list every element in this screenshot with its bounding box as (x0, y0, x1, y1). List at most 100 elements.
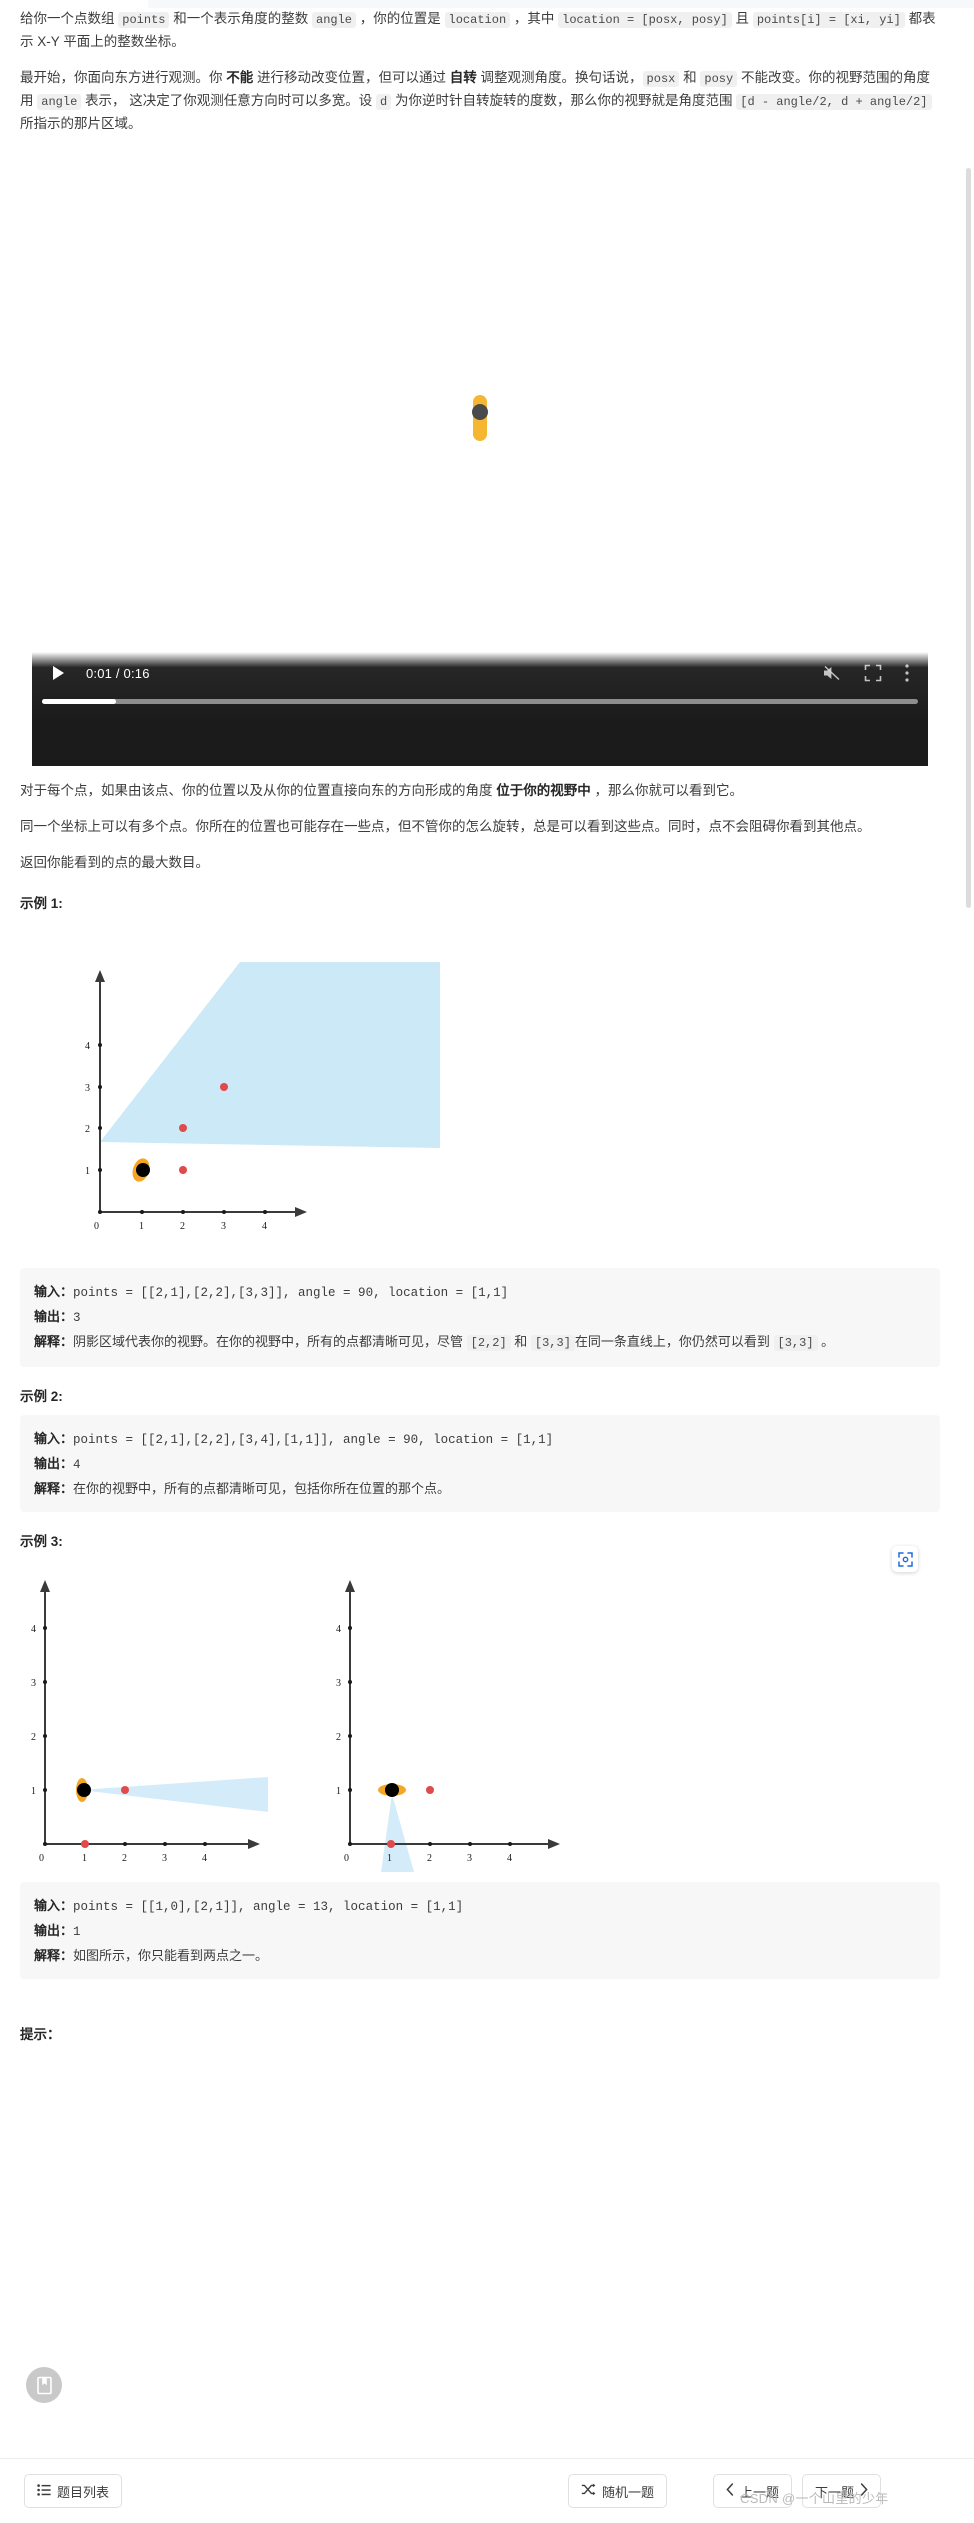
scrollbar-rail[interactable] (962, 8, 974, 2440)
chevron-left-icon (726, 2483, 734, 2499)
svg-text:2: 2 (427, 1853, 432, 1864)
svg-text:3: 3 (31, 1678, 36, 1689)
svg-text:2: 2 (31, 1732, 36, 1743)
svg-text:3: 3 (467, 1853, 472, 1864)
video-person-figure (469, 395, 491, 441)
inline-code: angle (37, 94, 82, 110)
text-run: ，其中 (510, 11, 559, 26)
hints-title: 提示： (20, 2027, 61, 2042)
more-options-icon[interactable] (904, 663, 910, 683)
description-paragraph-4: 同一个坐标上可以有多个点。你所在的位置也可能存在一些点，但不管你的怎么旋转，总是… (20, 819, 871, 834)
video-controls[interactable]: 0:01 / 0:16 (32, 652, 928, 722)
scrollbar-thumb[interactable] (966, 168, 971, 908)
example-1-explain-value: 阴影区域代表你的视野。在你的视野中，所有的点都清晰可见，尽管 [2,2] 和 [… (73, 1334, 834, 1351)
watermark: CSDN @一个山里的少年 (740, 2491, 889, 2506)
inline-code: posx (642, 71, 680, 87)
inline-code: [d - angle/2, d + angle/2] (736, 94, 932, 110)
bookmark-icon[interactable] (26, 2367, 62, 2403)
text-run: 且 (731, 11, 753, 26)
video-control-row: 0:01 / 0:16 (32, 656, 928, 690)
description-paragraph-1: 给你一个点数组 points 和一个表示角度的整数 angle ，你的位置是 l… (20, 8, 940, 53)
emphasis-text: 不能 (226, 70, 254, 85)
emphasis-text: 位于你的视野中 (496, 783, 591, 798)
example-2-explain-label: 解释： (34, 1481, 74, 1496)
video-right-controls (822, 663, 928, 683)
mute-icon[interactable] (822, 664, 842, 682)
svg-text:1: 1 (82, 1853, 87, 1864)
svg-text:3: 3 (336, 1678, 341, 1689)
example-3-input-line: 输入：points = [[1,0],[2,1]], angle = 13, l… (34, 1894, 926, 1919)
text-run: 表示， 这决定了你观测任意方向时可以多宽。设 (81, 93, 377, 108)
example-1-title: 示例 1: (20, 896, 63, 911)
text-run: ，你的位置是 (356, 11, 445, 26)
example-3-output-label: 输出： (34, 1923, 74, 1938)
svg-text:4: 4 (31, 1624, 36, 1635)
text-run: 和一个表示角度的整数 (169, 11, 312, 26)
expand-image-icon[interactable] (892, 1546, 918, 1572)
example-2-explain-line: 解释：在你的视野中，所有的点都清晰可见，包括你所在位置的那个点。 (34, 1477, 926, 1500)
text-run: ，那么你就可以看到它。 (590, 783, 744, 798)
svg-text:4: 4 (85, 1041, 90, 1052)
video-progress-bar[interactable] (42, 699, 918, 704)
example-1-input-line: 输入：points = [[2,1],[2,2],[3,3]], angle =… (34, 1280, 926, 1305)
list-icon (37, 2483, 51, 2499)
shuffle-icon (581, 2483, 596, 2499)
fullscreen-icon[interactable] (864, 664, 882, 682)
problem-list-button[interactable]: 题目列表 (24, 2474, 123, 2508)
inline-code: points (118, 12, 170, 28)
inline-code: posy (700, 71, 738, 87)
example-1-input-label: 输入： (34, 1284, 74, 1299)
text-run: 最开始，你面向东方进行观测。你 (20, 70, 227, 85)
text-run: 阴影区域代表你的视野。在你的视野中，所有的点都清晰可见，尽管 (73, 1334, 467, 1349)
text-run: 为你逆时针自转旋转的度数，那么你的视野就是角度范围 (391, 93, 737, 108)
example-1-output-line: 输出：3 (34, 1305, 926, 1330)
text-run: 进行移动改变位置，但可以通过 (253, 70, 450, 85)
hints-section: 提示： (0, 2023, 960, 2043)
example-2-codeblock: 输入：points = [[2,1],[2,2],[3,4],[1,1]], a… (20, 1415, 940, 1512)
example-2-output-line: 输出：4 (34, 1452, 926, 1477)
example-1-codeblock: 输入：points = [[2,1],[2,2],[3,3]], angle =… (20, 1268, 940, 1367)
example-1-output-label: 输出： (34, 1309, 74, 1324)
example-3-title: 示例 3: (20, 1534, 63, 1549)
play-triangle (52, 666, 64, 680)
problem-description: 给你一个点数组 points 和一个表示角度的整数 angle ，你的位置是 l… (0, 8, 960, 135)
text-run: 和 (679, 70, 701, 85)
emphasis-text: 自转 (449, 70, 477, 85)
inline-code: location (444, 12, 511, 28)
example-3-explain-line: 解释：如图所示，你只能看到两点之一。 (34, 1944, 926, 1967)
text-run: 所指示的那片区域。 (20, 116, 142, 131)
example-2-output-label: 输出： (34, 1456, 74, 1471)
example-3-input-label: 输入： (34, 1898, 74, 1913)
svg-text:3: 3 (162, 1853, 167, 1864)
text-run: 调整观测角度。换句话说， (476, 70, 643, 85)
svg-text:4: 4 (262, 1221, 267, 1232)
text-run: 在同一条直线上，你仍然可以看到 (574, 1334, 774, 1349)
example-3-output-line: 输出：1 (34, 1919, 926, 1944)
example-3-explain-label: 解释： (34, 1948, 74, 1963)
random-problem-button[interactable]: 随机一题 (568, 2474, 668, 2508)
example-3-plots: 0 1 2 3 4 1 2 3 4 0 1 2 3 4 1 2 3 4 (31, 1580, 560, 1872)
text-run: 对于每个点，如果由该点、你的位置以及从你的位置直接向东的方向形成的角度 (20, 783, 497, 798)
example-1-figure: 0 1 2 3 4 1 2 3 4 (20, 922, 940, 1252)
svg-text:1: 1 (336, 1786, 341, 1797)
video-stage[interactable] (32, 149, 928, 709)
svg-text:1: 1 (387, 1853, 392, 1864)
random-problem-label: 随机一题 (602, 2484, 655, 2500)
example-2-output-value: 4 (73, 1458, 81, 1472)
example-1-explain-line: 解释：阴影区域代表你的视野。在你的视野中，所有的点都清晰可见，尽管 [2,2] … (34, 1330, 926, 1355)
svg-text:3: 3 (85, 1083, 90, 1094)
svg-text:2: 2 (180, 1221, 185, 1232)
video-player[interactable]: 0:01 / 0:16 (0, 149, 960, 766)
description-paragraph-2: 最开始，你面向东方进行观测。你 不能 进行移动改变位置，但可以通过 自转 调整观… (20, 67, 940, 135)
example-2-input-line: 输入：points = [[2,1],[2,2],[3,4],[1,1]], a… (34, 1427, 926, 1452)
inline-code: [3,3] (773, 1335, 818, 1351)
inline-code: [2,2] (466, 1335, 511, 1351)
example-1-output-value: 3 (73, 1311, 81, 1325)
svg-text:4: 4 (507, 1853, 512, 1864)
example-1-plot: 0 1 2 3 4 1 2 3 4 (85, 962, 440, 1232)
example-3-codeblock: 输入：points = [[1,0],[2,1]], angle = 13, l… (20, 1882, 940, 1979)
play-icon[interactable] (40, 656, 76, 690)
inline-code: d (376, 94, 392, 110)
example-1-input-value: points = [[2,1],[2,2],[3,3]], angle = 90… (73, 1286, 509, 1300)
svg-text:0: 0 (94, 1221, 99, 1232)
